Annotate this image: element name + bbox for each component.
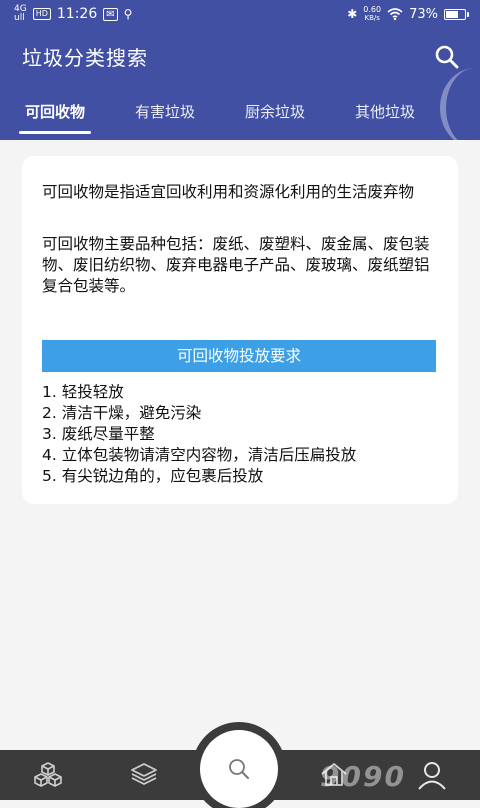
app-bar: 垃圾分类搜索 可回收物 有害垃圾 厨余垃圾 其他垃圾: [0, 28, 480, 140]
status-bar: 4G ull HD 11:26 ✉ ⚲ ✱ 0.60 KB/s 73%: [0, 0, 480, 28]
active-tab-indicator: [19, 131, 91, 134]
bluetooth-icon: ✱: [347, 7, 358, 21]
network-speed: 0.60 KB/s: [363, 5, 382, 22]
battery-level: [446, 10, 458, 18]
list-item: 1. 轻投轻放: [42, 383, 124, 401]
definition-text: 可回收物是指适宜回收利用和资源化利用的生活废弃物: [42, 183, 415, 201]
cubes-icon[interactable]: [32, 760, 64, 788]
search-button[interactable]: [434, 44, 460, 70]
tab-hazardous[interactable]: 有害垃圾: [110, 98, 220, 138]
requirements-header: 可回收物投放要求: [42, 340, 436, 372]
search-icon: [229, 759, 249, 779]
tab-kitchen-waste[interactable]: 厨余垃圾: [220, 98, 330, 138]
hd-badge: HD: [32, 8, 51, 20]
category-tabs: 可回收物 有害垃圾 厨余垃圾 其他垃圾: [0, 98, 480, 138]
watermark: 9090: [320, 760, 406, 793]
requirements-list: 1. 轻投轻放 2. 清洁干燥，避免污染 3. 废纸尽量平整 4. 立体包装物请…: [42, 382, 438, 487]
center-search-button[interactable]: [200, 730, 278, 808]
info-card: 可回收物是指适宜回收利用和资源化利用的生活废弃物 可回收物主要品种包括：废纸、废…: [22, 156, 458, 504]
tab-other-waste[interactable]: 其他垃圾: [330, 98, 440, 138]
notification-icon: ✉: [103, 7, 118, 21]
search-icon: [435, 45, 459, 69]
page-title: 垃圾分类搜索: [22, 46, 148, 70]
battery-percent: 73%: [409, 6, 438, 22]
usb-icon: ⚲: [123, 7, 133, 21]
types-text: 可回收物主要品种包括：废纸、废塑料、废金属、废包装物、废旧纺织物、废弃电器电子产…: [42, 235, 430, 295]
battery-icon: [444, 8, 469, 20]
tab-recyclable[interactable]: 可回收物: [0, 98, 110, 138]
signal-indicator: 4G ull: [14, 4, 27, 23]
list-item: 4. 立体包装物请清空内容物，清洁后压扁投放: [42, 446, 357, 464]
user-icon[interactable]: [416, 760, 448, 790]
list-item: 2. 清洁干燥，避免污染: [42, 404, 202, 422]
list-item: 3. 废纸尽量平整: [42, 425, 155, 443]
wifi-icon: [387, 8, 403, 20]
layers-icon[interactable]: [128, 760, 160, 788]
list-item: 5. 有尖锐边角的，应包裹后投放: [42, 467, 264, 485]
clock: 11:26: [56, 6, 98, 22]
